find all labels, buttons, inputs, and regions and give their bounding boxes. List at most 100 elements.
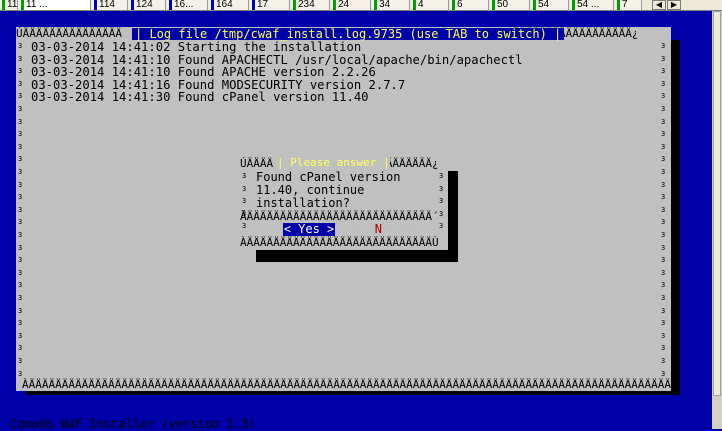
session-tab[interactable]: 54 ... xyxy=(570,0,614,10)
border-glyph: 3 xyxy=(18,92,23,101)
session-tab[interactable]: 164 xyxy=(209,0,249,10)
session-tab-label: 164 xyxy=(216,0,233,10)
border-glyph: 3 xyxy=(18,344,23,353)
tab-color-marker xyxy=(252,0,255,10)
log-line: 03-03-2014 14:41:02 Starting the install… xyxy=(31,40,362,54)
tab-color-marker xyxy=(2,0,5,10)
tab-color-marker xyxy=(94,0,97,10)
border-glyph: 3 xyxy=(439,184,444,193)
border-glyph: 3 xyxy=(18,130,23,139)
border-glyph: 3 xyxy=(18,168,23,176)
terminal-scrollbar[interactable] xyxy=(712,11,722,429)
session-tab[interactable]: 6 xyxy=(450,0,489,10)
session-tab-label: 50 xyxy=(497,0,509,10)
session-tab[interactable]: 17 xyxy=(250,0,290,10)
tab-scroll-right-icon[interactable]: ▶ xyxy=(667,0,681,10)
border-glyph: 3 xyxy=(661,92,666,101)
dialog-bottom-border: ÀÄÄÄÄÄÄÄÄÄÄÄÄÄÄÄÄÄÄÄÄÄÄÄÄÄÄÄÄÙ xyxy=(240,236,439,249)
border-glyph: 3 xyxy=(661,357,666,365)
tab-color-marker xyxy=(617,0,620,10)
scrollbar-thumb[interactable] xyxy=(713,11,721,396)
session-tab[interactable]: 124 xyxy=(129,0,166,10)
border-glyph: 3 xyxy=(661,306,666,315)
border-glyph: 3 xyxy=(661,105,666,113)
installer-status-line: Comodo WAF Installer (version 1.3) xyxy=(10,417,256,431)
border-glyph: 3 xyxy=(661,319,666,328)
border-glyph: 3 xyxy=(18,117,23,126)
session-tab[interactable]: 11 xyxy=(0,0,18,10)
border-glyph: 3 xyxy=(18,105,23,113)
dialog-message-line: Found cPanel version xyxy=(256,170,401,184)
border-glyph: 3 xyxy=(661,155,666,164)
session-tab[interactable]: 4 xyxy=(411,0,449,10)
session-tab[interactable]: 50 xyxy=(490,0,530,10)
tab-color-marker xyxy=(211,0,214,10)
border-glyph: 3 xyxy=(18,243,23,252)
border-glyph: 3 xyxy=(661,168,666,176)
border-glyph: 3 xyxy=(661,79,666,88)
session-tab-label: 54 xyxy=(538,0,550,10)
session-tab-label: 124 xyxy=(136,0,153,10)
border-glyph: 3 xyxy=(661,268,666,277)
border-glyph: 3 xyxy=(661,54,666,63)
border-glyph: 3 xyxy=(18,218,23,227)
border-glyph: 3 xyxy=(661,180,666,189)
tab-color-marker xyxy=(572,0,575,10)
border-glyph: 3 xyxy=(18,79,23,88)
session-tab-bar: 11 11 ... 114 124 16... 164 17 234 24 34 4 6 50 54 54 … xyxy=(0,0,722,11)
no-button-left: < xyxy=(353,222,375,236)
border-glyph: 3 xyxy=(18,155,23,164)
session-tab-label: 114 xyxy=(99,0,115,10)
border-glyph: 3 xyxy=(18,268,23,277)
border-glyph: 3 xyxy=(18,205,23,214)
border-glyph: 3 xyxy=(439,197,444,206)
border-glyph: 3 xyxy=(661,331,666,340)
border-glyph: 3 xyxy=(18,67,23,76)
tab-color-marker xyxy=(452,0,455,10)
border-glyph: 3 xyxy=(661,42,666,50)
border-glyph: 3 xyxy=(18,42,23,50)
border-glyph: 3 xyxy=(661,256,666,265)
border-glyph: 3 xyxy=(18,319,23,328)
border-glyph: 3 xyxy=(18,256,23,265)
border-glyph: 3 xyxy=(661,130,666,139)
border-glyph: 3 xyxy=(18,142,23,151)
session-tab[interactable]: 16... xyxy=(167,0,208,10)
confirm-dialog: ÚÄÄÄÄ ÄÄÄÄÄÄÄ¿ | Please answer | Found c… xyxy=(240,157,448,250)
log-window-bottom-border: ÀÄÄÄÄÄÄÄÄÄÄÄÄÄÄÄÄÄÄÄÄÄÄÄÄÄÄÄÄÄÄÄÄÄÄÄÄÄÄÄ… xyxy=(22,378,678,391)
log-line: 03-03-2014 14:41:30 Found cPanel version… xyxy=(31,90,369,105)
no-button-hotkey: N xyxy=(374,222,382,236)
session-tab-label: 24 xyxy=(338,0,350,10)
border-glyph: 3 xyxy=(18,231,23,239)
border-glyph: 3 xyxy=(18,54,23,63)
border-glyph: 3 xyxy=(661,67,666,76)
session-tab[interactable]: 24 xyxy=(331,0,371,10)
no-button[interactable]: < No > xyxy=(353,222,411,236)
session-tab[interactable]: 114 xyxy=(92,0,128,10)
session-tab[interactable]: 234 xyxy=(291,0,330,10)
dialog-title: | Please answer | xyxy=(277,156,390,169)
tab-color-marker xyxy=(169,0,172,10)
border-glyph: 3 xyxy=(18,357,23,365)
border-glyph: 3 xyxy=(661,231,666,239)
yes-button[interactable]: < Yes > xyxy=(283,223,335,236)
border-glyph: 3 xyxy=(18,331,23,340)
tab-color-marker xyxy=(131,0,134,10)
tab-color-marker xyxy=(293,0,296,10)
border-glyph: 3 xyxy=(242,172,247,180)
border-glyph: 3 xyxy=(661,117,666,126)
border-glyph: 3 xyxy=(18,369,23,378)
tab-color-marker xyxy=(374,0,377,10)
session-tab[interactable]: 7 xyxy=(615,0,642,10)
border-glyph: 3 xyxy=(242,222,247,231)
tab-scroll-left-icon[interactable]: ◀ xyxy=(652,0,666,10)
border-glyph: 3 xyxy=(661,369,666,378)
border-glyph: 3 xyxy=(661,193,666,202)
session-tab[interactable]: 34 xyxy=(372,0,410,10)
session-tab[interactable]: 11 ... xyxy=(19,0,91,10)
border-glyph: 3 xyxy=(439,209,444,218)
tab-color-marker xyxy=(413,0,416,10)
border-glyph: 3 xyxy=(242,209,247,218)
tab-color-marker xyxy=(533,0,536,10)
session-tab[interactable]: 54 xyxy=(531,0,569,10)
